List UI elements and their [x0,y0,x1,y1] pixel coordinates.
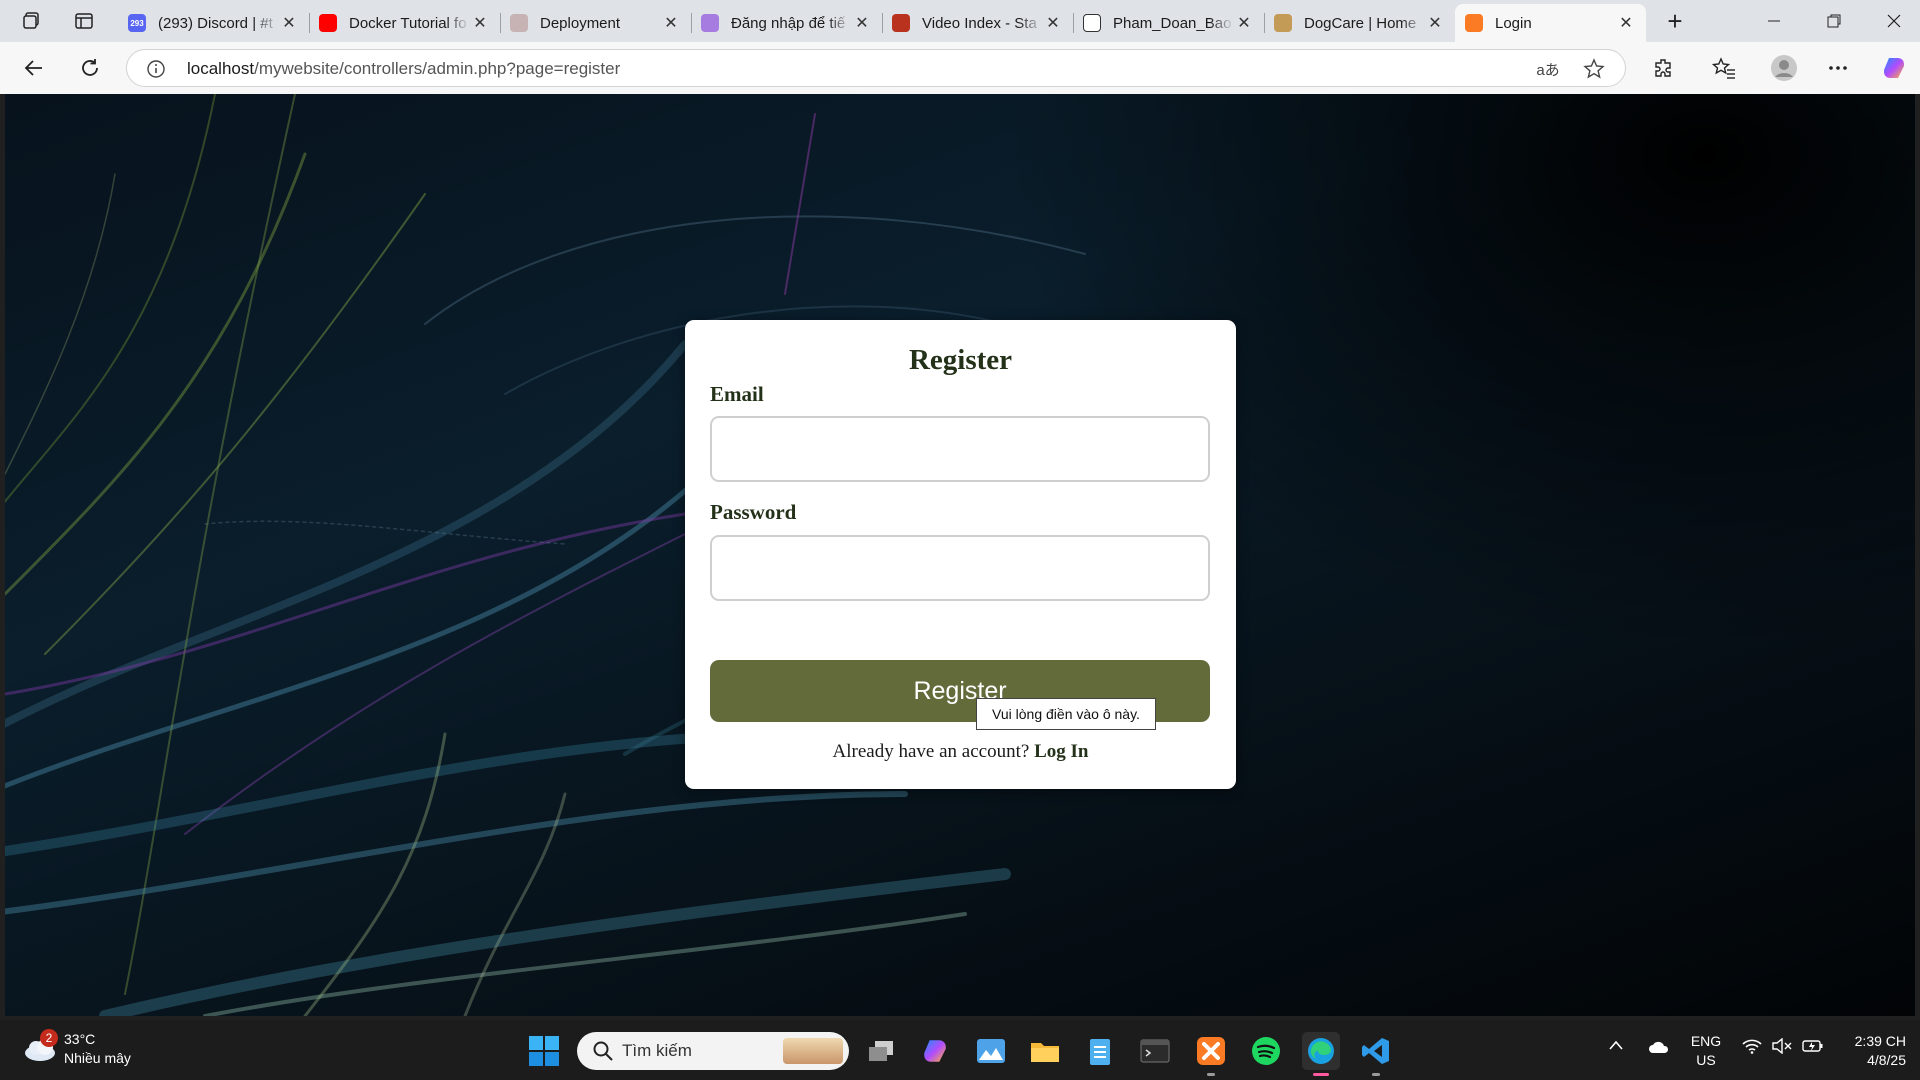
copilot-icon[interactable] [1876,51,1912,85]
video-index-icon [892,14,910,32]
weather-badge: 2 [40,1029,58,1047]
more-menu-icon[interactable] [1820,51,1856,85]
login-prompt: Already have an account? Log In [685,741,1236,763]
clock-date: 4/8/25 [1867,1052,1906,1068]
onedrive-cloud-icon[interactable] [1648,1040,1670,1059]
email-field[interactable] [710,416,1210,482]
login-link[interactable]: Log In [1034,741,1088,762]
close-tab-icon[interactable]: ✕ [470,13,490,33]
close-tab-icon[interactable]: ✕ [661,13,681,33]
browser-tab[interactable]: DogCare | Home ✕ [1264,4,1455,42]
browser-tab[interactable]: Docker Tutorial fo ✕ [309,4,500,42]
weather-description: Nhiều mây [64,1050,131,1066]
site-info-icon[interactable] [143,56,169,82]
weather-widget[interactable]: 2 33°C Nhiều mây [22,1029,152,1070]
tab-title: Video Index - Sta [922,14,1037,32]
xampp-icon[interactable] [1192,1032,1230,1076]
browser-tab[interactable]: Deployment ✕ [500,4,691,42]
read-aloud-icon[interactable]: aあ [1535,56,1561,82]
close-tab-icon[interactable]: ✕ [1043,13,1063,33]
extensions-icon[interactable] [1646,51,1682,85]
tab-title: Login [1495,14,1532,32]
password-label: Password [710,500,797,524]
back-button[interactable] [16,51,52,85]
show-hidden-icons-chevron-icon[interactable] [1608,1038,1624,1056]
url-text[interactable]: localhost/mywebsite/controllers/admin.ph… [187,59,620,79]
close-tab-icon[interactable]: ✕ [1616,13,1636,33]
close-tab-icon[interactable]: ✕ [1234,13,1254,33]
tab-title: DogCare | Home [1304,14,1417,32]
windows-taskbar: 2 33°C Nhiều mây Tìm kiếm ENG US 2:39 CH… [0,1020,1920,1080]
close-tab-icon[interactable]: ✕ [1425,13,1445,33]
tab-title: Docker Tutorial fo [349,14,467,32]
u-icon [701,14,719,32]
system-clock[interactable]: 2:39 CH 4/8/25 [1836,1032,1906,1070]
browser-tab[interactable]: Login ✕ [1455,4,1646,42]
search-placeholder: Tìm kiếm [622,1041,692,1060]
email-label: Email [710,382,764,406]
deployment-icon [510,14,528,32]
url-path: /mywebsite/controllers/admin.php?page=re… [254,59,621,78]
url-host: localhost [187,59,255,78]
tab-title: Deployment [540,14,621,32]
minimize-button[interactable] [1744,0,1804,42]
profile-avatar[interactable] [1766,51,1802,85]
workspaces-icon[interactable] [14,6,50,36]
address-bar[interactable]: localhost/mywebsite/controllers/admin.ph… [126,49,1626,87]
browser-tab[interactable]: 293 (293) Discord | #t ✕ [118,4,309,42]
notepad-icon[interactable] [1081,1032,1119,1070]
language-code: ENG [1690,1033,1722,1049]
browser-tab[interactable]: Pham_Doan_Bao ✕ [1073,4,1264,42]
tab-strip: 293 (293) Discord | #t ✕ Docker Tutorial fo… [0,0,1920,42]
favorites-icon[interactable] [1706,51,1742,85]
battery-charging-icon[interactable] [1802,1038,1824,1059]
photos-app-icon[interactable] [972,1032,1010,1070]
youtube-icon [319,14,337,32]
file-explorer-icon[interactable] [1026,1032,1064,1070]
tab-title: Đăng nhập để tiế [731,14,846,32]
copilot-app-icon[interactable] [916,1032,954,1070]
favorite-star-icon[interactable] [1581,56,1607,82]
keyboard-layout: US [1696,1052,1716,1068]
tab-title: (293) Discord | #t [158,14,273,32]
xampp-icon [1465,14,1483,32]
page-viewport: Register Email Password Register Already… [5,94,1915,1016]
task-view-icon[interactable] [862,1032,900,1070]
refresh-button[interactable] [72,51,108,85]
search-highlight-image [783,1038,843,1064]
discord-icon: 293 [128,14,146,32]
close-window-button[interactable] [1864,0,1920,42]
login-prompt-text: Already have an account? [832,741,1030,762]
close-tab-icon[interactable]: ✕ [279,13,299,33]
dog-icon [1274,14,1292,32]
new-tab-button[interactable]: + [1658,6,1692,36]
start-button[interactable] [528,1035,560,1067]
vscode-icon[interactable] [1357,1032,1395,1076]
wifi-icon[interactable] [1742,1038,1762,1059]
terminal-icon[interactable] [1136,1032,1174,1070]
tab-title: Pham_Doan_Bao [1113,14,1232,32]
edge-browser-icon[interactable] [1302,1032,1340,1076]
validation-tooltip: Vui lòng điền vào ô này. [976,698,1156,730]
weather-temperature: 33°C [64,1031,96,1047]
volume-muted-icon[interactable] [1772,1037,1792,1059]
input-language[interactable]: ENG US [1688,1032,1724,1070]
browser-tab[interactable]: Đăng nhập để tiế ✕ [691,4,882,42]
search-icon [593,1041,613,1061]
restore-button[interactable] [1804,0,1864,42]
github-icon [1083,14,1101,32]
password-field[interactable] [710,535,1210,601]
browser-tab[interactable]: Video Index - Sta ✕ [882,4,1073,42]
taskbar-search[interactable]: Tìm kiếm [577,1032,849,1070]
browser-toolbar: localhost/mywebsite/controllers/admin.ph… [0,42,1920,94]
tab-list: 293 (293) Discord | #t ✕ Docker Tutorial fo… [118,4,1646,42]
spotify-icon[interactable] [1247,1032,1285,1070]
close-tab-icon[interactable]: ✕ [852,13,872,33]
vertical-tabs-icon[interactable] [66,6,102,36]
clock-time: 2:39 CH [1854,1033,1906,1049]
form-title: Register [908,344,1013,376]
